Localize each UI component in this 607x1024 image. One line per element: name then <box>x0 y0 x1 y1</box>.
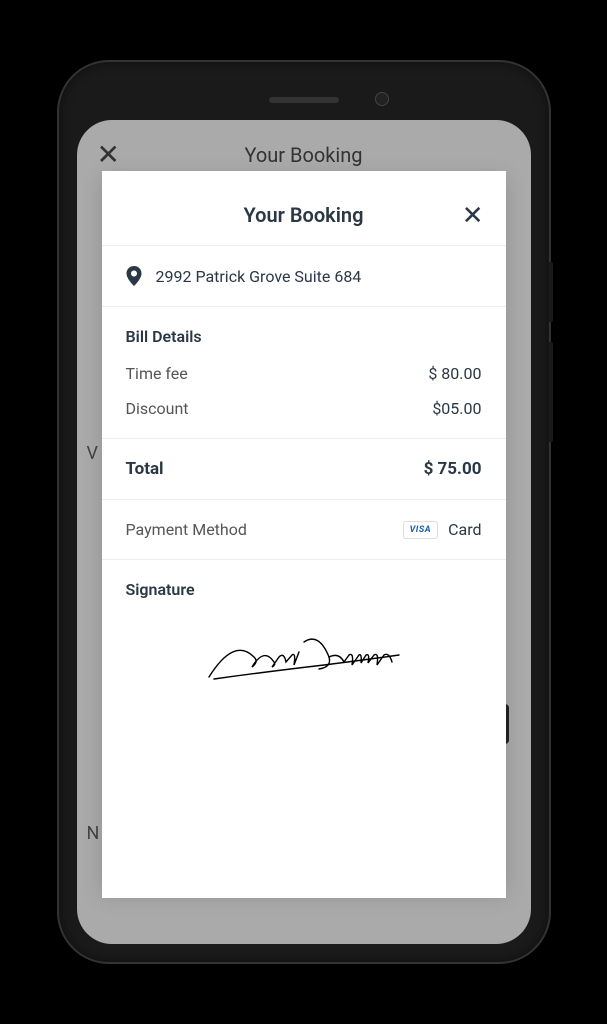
payment-row: Payment Method VISA Card <box>126 520 482 539</box>
background-obscured-text: N <box>87 823 100 844</box>
address-text: 2992 Patrick Grove Suite 684 <box>156 267 362 286</box>
background-obscured-text: V <box>87 443 98 464</box>
receipt-title: Your Booking <box>244 203 364 227</box>
signature-image <box>204 627 404 687</box>
bill-item-value: $05.00 <box>432 399 481 418</box>
bill-item-label: Discount <box>126 399 189 418</box>
total-label: Total <box>126 459 164 479</box>
close-icon[interactable]: ✕ <box>462 201 484 231</box>
address-row: 2992 Patrick Grove Suite 684 <box>126 266 482 286</box>
bill-heading: Bill Details <box>126 327 482 346</box>
signature-section: Signature <box>102 560 506 721</box>
bill-details-section: Bill Details Time fee $ 80.00 Discount $… <box>102 307 506 439</box>
close-icon[interactable]: ✕ <box>97 138 120 171</box>
payment-section: Payment Method VISA Card <box>102 500 506 560</box>
visa-icon: VISA <box>403 521 439 539</box>
bill-line-item: Time fee $ 80.00 <box>126 364 482 383</box>
signature-area[interactable] <box>126 617 482 691</box>
total-row: Total $ 75.00 <box>126 459 482 479</box>
payment-type: Card <box>448 520 481 539</box>
receipt-header: Your Booking ✕ <box>102 175 506 246</box>
bill-item-label: Time fee <box>126 364 188 383</box>
location-pin-icon <box>126 266 142 286</box>
background-title: Your Booking <box>244 143 362 167</box>
payment-method[interactable]: VISA Card <box>403 520 482 539</box>
total-value: $ 75.00 <box>424 459 482 479</box>
total-section: Total $ 75.00 <box>102 439 506 500</box>
payment-label: Payment Method <box>126 520 247 539</box>
bill-line-item: Discount $05.00 <box>126 399 482 418</box>
phone-screen: ✕ Your Booking V N Your Booking ✕ 2992 P… <box>77 120 531 944</box>
address-section: 2992 Patrick Grove Suite 684 <box>102 246 506 307</box>
phone-side-button <box>549 262 553 322</box>
receipt-modal: Your Booking ✕ 2992 Patrick Grove Suite … <box>102 175 506 894</box>
phone-side-button <box>549 342 553 442</box>
phone-frame: ✕ Your Booking V N Your Booking ✕ 2992 P… <box>59 62 549 962</box>
bill-item-value: $ 80.00 <box>428 364 481 383</box>
signature-label: Signature <box>126 580 482 599</box>
